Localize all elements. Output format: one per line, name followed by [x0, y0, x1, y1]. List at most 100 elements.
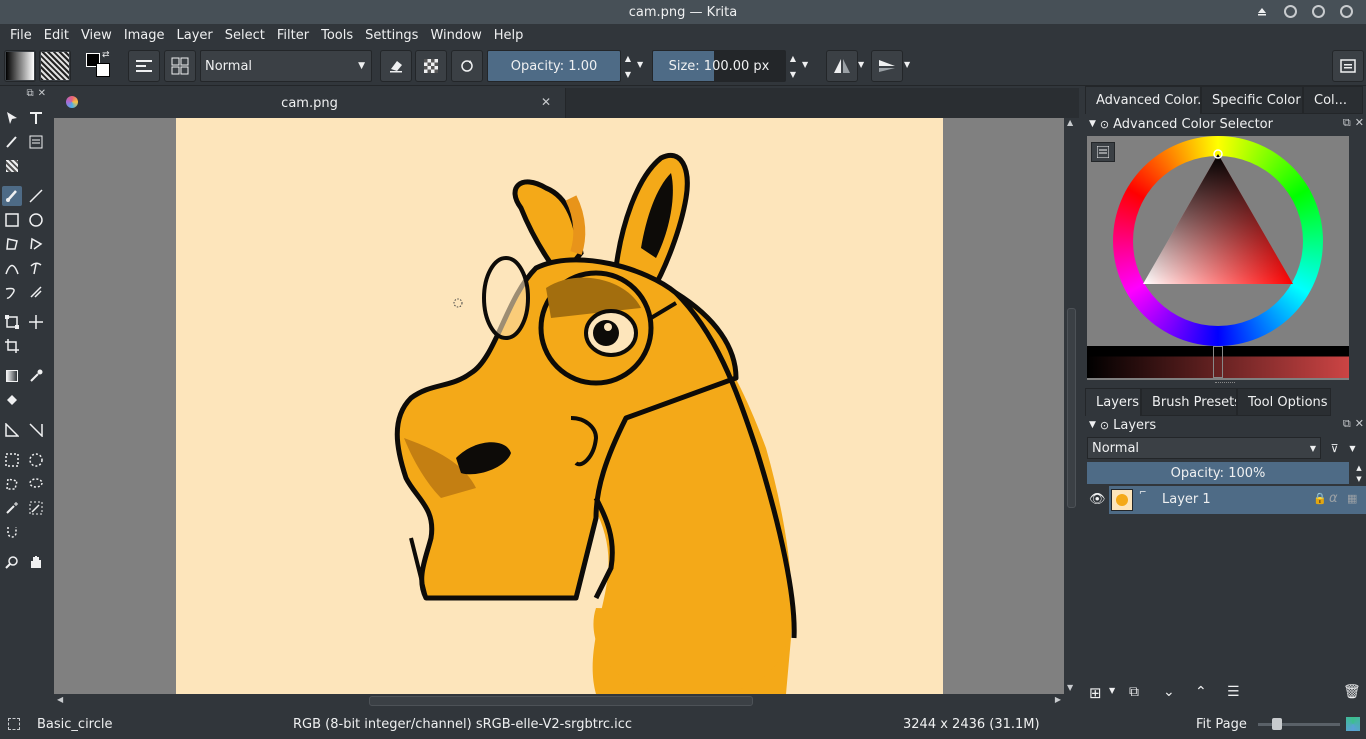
ellipse-tool[interactable]: [26, 210, 46, 230]
maximize-button[interactable]: [1310, 3, 1326, 19]
layer-filter-button[interactable]: ⊽ ▼: [1325, 437, 1361, 459]
freehand-select-tool[interactable]: [26, 474, 46, 494]
pattern-selector-button[interactable]: [39, 50, 71, 82]
size-spinner[interactable]: ▲ ▼: [787, 50, 799, 82]
horizontal-scroll-handle[interactable]: [369, 696, 753, 706]
workspace-chooser-button[interactable]: [1332, 50, 1364, 82]
polygon-select-tool[interactable]: [2, 474, 22, 494]
menu-help[interactable]: Help: [488, 28, 530, 43]
color-settings-button[interactable]: [1091, 142, 1115, 162]
opacity-spinner[interactable]: ▲ ▼: [622, 50, 634, 82]
text-tool[interactable]: [26, 108, 46, 128]
color-picker-tool[interactable]: [26, 366, 46, 386]
menu-window[interactable]: Window: [424, 28, 487, 43]
layer-lock-icon[interactable]: 🔒: [1313, 492, 1327, 505]
assistant-tool[interactable]: [26, 132, 46, 152]
swap-colors-icon[interactable]: ⇄: [102, 50, 110, 60]
freehand-path-tool[interactable]: [26, 258, 46, 278]
polygon-tool[interactable]: [2, 234, 22, 254]
close-tab-icon[interactable]: ✕: [541, 95, 551, 109]
splitter-handle[interactable]: [1215, 382, 1235, 384]
image-canvas[interactable]: [176, 118, 943, 694]
scroll-down-icon[interactable]: ▼: [1067, 683, 1073, 692]
canvas-viewport[interactable]: [54, 118, 1064, 694]
inherit-alpha-icon[interactable]: ▦: [1347, 492, 1357, 505]
dynamic-brush-tool[interactable]: [2, 282, 22, 302]
tab-tool-options[interactable]: Tool Options: [1237, 388, 1331, 416]
menu-image[interactable]: Image: [118, 28, 171, 43]
menu-tools[interactable]: Tools: [315, 28, 359, 43]
magnetic-select-tool[interactable]: [2, 522, 22, 542]
lock-dock-icon[interactable]: ⊙: [1100, 118, 1109, 131]
collapse-icon[interactable]: ▼: [1089, 119, 1096, 129]
ellipse-select-tool[interactable]: [26, 450, 46, 470]
reload-preset-button[interactable]: [451, 50, 483, 82]
mirror-h-dropdown-icon[interactable]: ▼: [858, 60, 864, 69]
float-dock-icon[interactable]: ⧉: [1343, 417, 1351, 431]
polyline-tool[interactable]: [26, 234, 46, 254]
move-tool[interactable]: [26, 312, 46, 332]
opacity-slider[interactable]: Opacity: 1.00: [487, 50, 621, 82]
menu-view[interactable]: View: [75, 28, 118, 43]
mirror-vertical-button[interactable]: [871, 50, 903, 82]
mirror-v-dropdown-icon[interactable]: ▼: [904, 60, 910, 69]
menu-file[interactable]: File: [4, 28, 38, 43]
preserve-alpha-button[interactable]: [415, 50, 447, 82]
tab-layers[interactable]: Layers: [1085, 388, 1141, 416]
multibrush-tool[interactable]: [26, 282, 46, 302]
assistant-ruler-tool[interactable]: [26, 420, 46, 440]
pattern-tool[interactable]: [2, 156, 22, 176]
scroll-right-icon[interactable]: ▶: [1055, 695, 1061, 704]
layer-blend-select[interactable]: Normal ▼: [1087, 437, 1321, 459]
delete-layer-icon[interactable]: 🗑: [1343, 684, 1361, 700]
close-window-button[interactable]: [1338, 3, 1354, 19]
bezier-tool[interactable]: [2, 258, 22, 278]
vertical-scrollbar[interactable]: ▲ ▼: [1064, 118, 1079, 694]
eraser-mode-button[interactable]: [380, 50, 412, 82]
saturation-value-triangle[interactable]: [1113, 136, 1323, 346]
layer-opacity-spinner[interactable]: ▲ ▼: [1353, 462, 1365, 484]
lock-dock-icon[interactable]: ⊙: [1100, 419, 1109, 432]
scroll-up-icon[interactable]: ▲: [1067, 118, 1073, 127]
fg-bg-color-button[interactable]: ⇄: [84, 50, 116, 82]
measure-tool[interactable]: [2, 420, 22, 440]
fill-tool[interactable]: [2, 390, 22, 410]
transform-tool[interactable]: [2, 312, 22, 332]
alpha-lock-icon[interactable]: α: [1329, 491, 1338, 506]
menu-select[interactable]: Select: [219, 28, 271, 43]
tab-color-other[interactable]: Col...: [1303, 86, 1363, 114]
rectangle-tool[interactable]: [2, 210, 22, 230]
collapse-icon[interactable]: ▼: [1089, 420, 1096, 430]
gradient-selector-button[interactable]: [4, 50, 36, 82]
freehand-brush-tool[interactable]: [2, 186, 22, 206]
color-history-strip[interactable]: [1087, 346, 1349, 378]
line-tool[interactable]: [26, 186, 46, 206]
tab-specific-color[interactable]: Specific Color ...: [1201, 86, 1303, 114]
crop-tool[interactable]: [2, 336, 22, 356]
canvas-mirror-icon[interactable]: [1346, 717, 1360, 731]
visibility-eye-icon[interactable]: 👁: [1089, 492, 1106, 507]
menu-layer[interactable]: Layer: [171, 28, 219, 43]
color-slider-marker[interactable]: [1213, 346, 1223, 378]
brush-presets-button[interactable]: [164, 50, 196, 82]
move-layer-down-icon[interactable]: ⌄: [1163, 684, 1175, 700]
keep-above-button[interactable]: [1254, 3, 1270, 19]
minimize-button[interactable]: [1282, 3, 1298, 19]
select-shapes-tool[interactable]: [2, 108, 22, 128]
mirror-horizontal-button[interactable]: [826, 50, 858, 82]
move-layer-up-icon[interactable]: ⌃: [1195, 684, 1207, 700]
menu-edit[interactable]: Edit: [38, 28, 75, 43]
zoom-slider[interactable]: [1258, 723, 1340, 726]
horizontal-scrollbar[interactable]: ◀ ▶: [54, 694, 1064, 708]
close-dock-icon[interactable]: ✕: [1355, 116, 1364, 130]
similar-select-tool[interactable]: [26, 498, 46, 518]
layer-name[interactable]: Layer 1: [1162, 492, 1211, 507]
menu-settings[interactable]: Settings: [359, 28, 424, 43]
duplicate-layer-icon[interactable]: ⧉: [1129, 684, 1139, 700]
gradient-tool[interactable]: [2, 366, 22, 386]
document-tab[interactable]: cam.png ✕: [54, 88, 566, 118]
blend-mode-select[interactable]: Normal ▼: [200, 50, 372, 82]
add-layer-dropdown-icon[interactable]: ▼: [1109, 686, 1115, 695]
close-dock-icon[interactable]: ✕: [1355, 417, 1364, 431]
contiguous-select-tool[interactable]: [2, 498, 22, 518]
